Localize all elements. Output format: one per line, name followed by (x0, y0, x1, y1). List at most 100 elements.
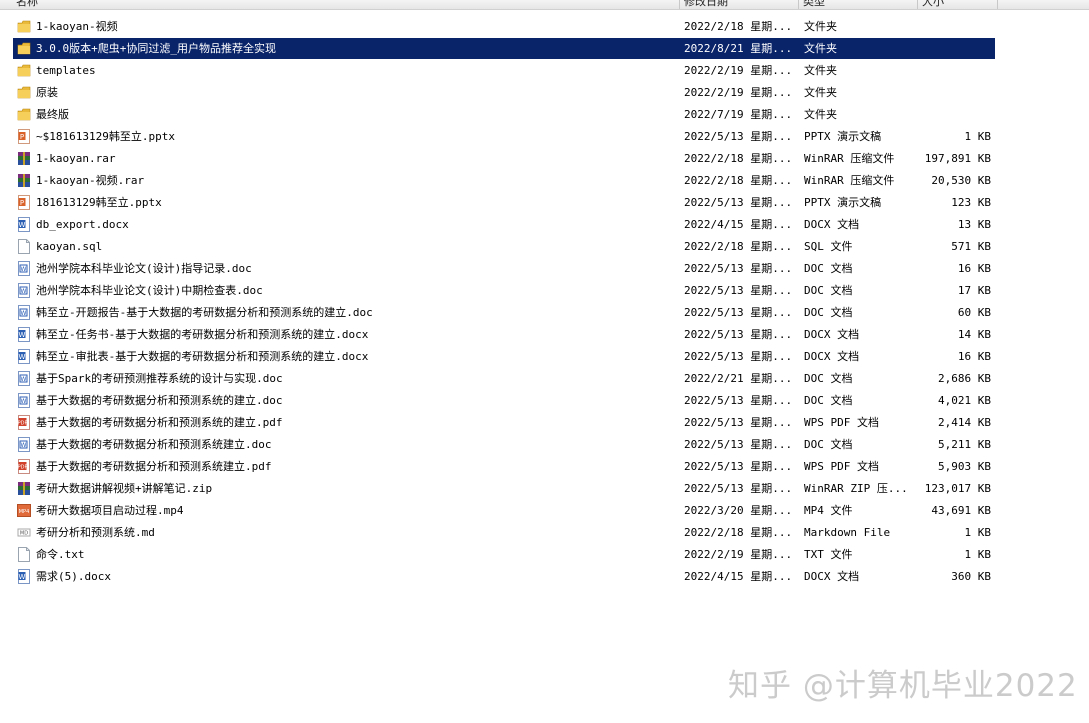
file-row[interactable]: kaoyan.sql 2022/2/18 星期... SQL 文件 571 KB (13, 236, 995, 257)
file-row[interactable]: W 韩至立-审批表-基于大数据的考研数据分析和预测系统的建立.docx 2022/5… (13, 346, 995, 367)
file-row[interactable]: W 需求(5).docx 2022/4/15 星期... DOCX 文档 360 KB (13, 566, 995, 587)
file-row[interactable]: W 池州学院本科毕业论文(设计)指导记录.doc 2022/5/13 星期... DO… (13, 258, 995, 279)
file-name: 1-kaoyan-视频 (36, 20, 118, 33)
file-date: 2022/3/20 星期... (684, 504, 793, 517)
file-name: 韩至立-审批表-基于大数据的考研数据分析和预测系统的建立.docx (36, 350, 369, 363)
svg-text:W: W (19, 331, 26, 339)
file-type: 文件夹 (804, 20, 837, 33)
file-size: 17 KB (957, 284, 991, 297)
rar-icon (17, 173, 31, 188)
word-icon: W (17, 217, 31, 232)
file-row[interactable]: 3.0.0版本+爬虫+协同过滤_用户物品推荐全实现 2022/8/21 星期...… (13, 38, 995, 59)
file-date: 2022/5/13 星期... (684, 416, 793, 429)
file-row[interactable]: MD 考研分析和预测系统.md 2022/2/18 星期... Markdown Fi… (13, 522, 995, 543)
file-date: 2022/5/13 星期... (684, 284, 793, 297)
file-row[interactable]: W 池州学院本科毕业论文(设计)中期检查表.doc 2022/5/13 星期... D… (13, 280, 995, 301)
mp4-icon: MP4 (17, 503, 31, 518)
file-row[interactable]: W 基于Spark的考研预测推荐系统的设计与实现.doc 2022/2/21 星期.… (13, 368, 995, 389)
file-size: 1 KB (964, 548, 992, 561)
column-header-bar: 名称 修改日期 类型 大小 (0, 0, 1089, 10)
file-name: 1-kaoyan-视频.rar (36, 174, 145, 187)
file-type: DOC 文档 (804, 438, 853, 451)
file-date: 2022/5/13 星期... (684, 394, 793, 407)
folder-icon (17, 19, 31, 34)
folder-icon (17, 41, 31, 56)
file-type: DOCX 文档 (804, 350, 860, 363)
file-date: 2022/5/13 星期... (684, 460, 793, 473)
column-header-date[interactable]: 修改日期 (680, 0, 799, 9)
file-row[interactable]: 1-kaoyan-视频 2022/2/18 星期... 文件夹 (13, 16, 995, 37)
file-type: 文件夹 (804, 64, 837, 77)
file-date: 2022/5/13 星期... (684, 130, 793, 143)
file-date: 2022/2/19 星期... (684, 548, 793, 561)
file-row[interactable]: Wdb_export.docx 2022/4/15 星期... DOCX 文档 13 … (13, 214, 995, 235)
file-name: kaoyan.sql (36, 240, 103, 253)
file-type: DOC 文档 (804, 262, 853, 275)
file-type: DOCX 文档 (804, 570, 860, 583)
file-row[interactable]: 考研大数据讲解视频+讲解笔记.zip 2022/5/13 星期... WinRAR … (13, 478, 995, 499)
folder-icon (17, 63, 31, 78)
folder-icon (17, 85, 31, 100)
file-type: PPTX 演示文稿 (804, 130, 882, 143)
file-name: 韩至立-开题报告-基于大数据的考研数据分析和预测系统的建立.doc (36, 306, 373, 319)
file-date: 2022/5/13 星期... (684, 438, 793, 451)
file-row[interactable]: 最终版 2022/7/19 星期... 文件夹 (13, 104, 995, 125)
file-size: 16 KB (957, 262, 991, 275)
file-row[interactable]: 原装 2022/2/19 星期... 文件夹 (13, 82, 995, 103)
file-row[interactable]: W 韩至立-任务书-基于大数据的考研数据分析和预测系统的建立.docx 2022/5… (13, 324, 995, 345)
file-name: 命令.txt (36, 548, 85, 561)
word-icon: W (17, 327, 31, 342)
file-date: 2022/7/19 星期... (684, 108, 793, 121)
doc-icon: W (17, 261, 31, 276)
file-name: 考研大数据讲解视频+讲解笔记.zip (36, 482, 213, 495)
file-row[interactable]: MP4 考研大数据项目启动过程.mp4 2022/3/20 星期... MP4 文件 4… (13, 500, 995, 521)
file-row[interactable]: PDF 基于大数据的考研数据分析和预测系统建立.pdf 2022/5/13 星期..… (13, 456, 995, 477)
file-row[interactable]: 1-kaoyan-视频.rar 2022/2/18 星期... WinRAR 压缩文… (13, 170, 995, 191)
file-row[interactable]: 命令.txt 2022/2/19 星期... TXT 文件 1 KB (13, 544, 995, 565)
file-size: 571 KB (951, 240, 991, 253)
file-name: 韩至立-任务书-基于大数据的考研数据分析和预测系统的建立.docx (36, 328, 369, 341)
file-type: DOC 文档 (804, 394, 853, 407)
file-type: Markdown File (804, 526, 891, 539)
file-name: db_export.docx (36, 218, 129, 231)
svg-text:P: P (20, 133, 24, 141)
file-date: 2022/2/18 星期... (684, 152, 793, 165)
file-name: 考研分析和预测系统.md (36, 526, 155, 539)
file-name: 基于大数据的考研数据分析和预测系统的建立.pdf (36, 416, 283, 429)
file-row[interactable]: templates 2022/2/19 星期... 文件夹 (13, 60, 995, 81)
file-row[interactable]: P 181613129韩至立.pptx 2022/5/13 星期... PPTX 演示… (13, 192, 995, 213)
file-type: WPS PDF 文档 (804, 460, 879, 473)
file-name: 基于Spark的考研预测推荐系统的设计与实现.doc (36, 372, 283, 385)
file-date: 2022/2/18 星期... (684, 174, 793, 187)
file-row[interactable]: W 基于大数据的考研数据分析和预测系统的建立.doc 2022/5/13 星期...… (13, 390, 995, 411)
column-header-size[interactable]: 大小 (918, 0, 998, 9)
file-date: 2022/2/19 星期... (684, 86, 793, 99)
file-date: 2022/5/13 星期... (684, 262, 793, 275)
file-size: 1 KB (964, 526, 992, 539)
file-row[interactable]: PDF 基于大数据的考研数据分析和预测系统的建立.pdf 2022/5/13 星期.… (13, 412, 995, 433)
file-type: DOC 文档 (804, 372, 853, 385)
doc-icon: W (17, 393, 31, 408)
file-date: 2022/2/18 星期... (684, 240, 793, 253)
column-header-name[interactable]: 名称 (0, 0, 680, 9)
folder-icon (17, 107, 31, 122)
file-date: 2022/4/15 星期... (684, 218, 793, 231)
svg-text:W: W (21, 288, 27, 295)
rar-icon (17, 481, 31, 496)
rar-icon (17, 151, 31, 166)
file-row[interactable]: P ~$181613129韩至立.pptx 2022/5/13 星期... PPTX … (13, 126, 995, 147)
svg-text:MP4: MP4 (19, 509, 30, 515)
file-row[interactable]: W 基于大数据的考研数据分析和预测系统建立.doc 2022/5/13 星期... D… (13, 434, 995, 455)
file-name: templates (36, 64, 96, 77)
file-type: TXT 文件 (804, 548, 853, 561)
file-size: 16 KB (957, 350, 991, 363)
svg-text:W: W (21, 376, 27, 383)
column-header-type[interactable]: 类型 (799, 0, 918, 9)
file-row[interactable]: 1-kaoyan.rar 2022/2/18 星期... WinRAR 压缩文件 19… (13, 148, 995, 169)
file-date: 2022/2/21 星期... (684, 372, 793, 385)
svg-text:MD: MD (20, 531, 28, 537)
file-type: PPTX 演示文稿 (804, 196, 882, 209)
file-date: 2022/8/21 星期... (684, 42, 793, 55)
file-type: MP4 文件 (804, 504, 853, 517)
file-row[interactable]: W 韩至立-开题报告-基于大数据的考研数据分析和预测系统的建立.doc 2022/5… (13, 302, 995, 323)
